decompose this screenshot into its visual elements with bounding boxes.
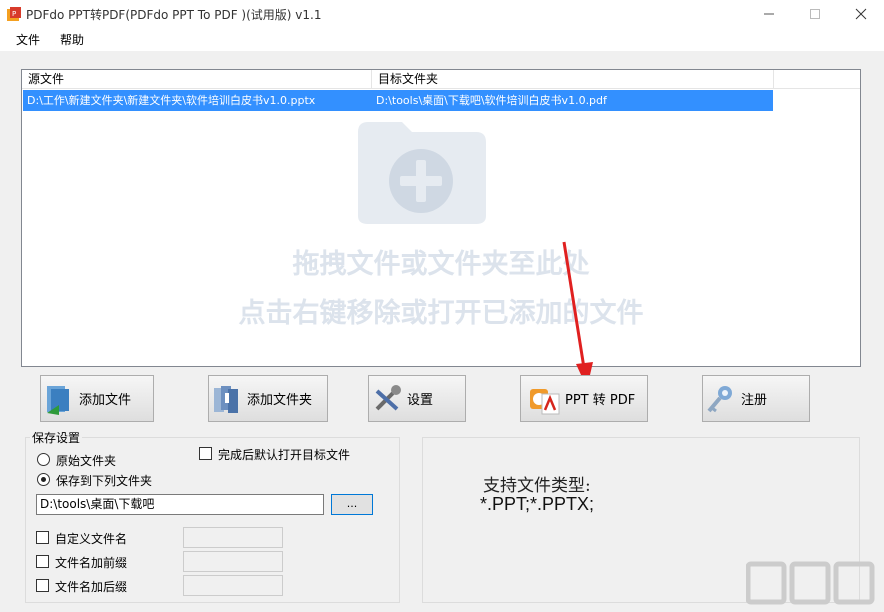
title-bar: P PDFdo PPT转PDF(PDFdo PPT To PDF )(试用版) …: [0, 0, 884, 27]
minimize-button[interactable]: [746, 0, 792, 27]
column-header-source[interactable]: 源文件: [22, 70, 372, 89]
minimize-icon: [764, 13, 774, 14]
register-button[interactable]: 注册: [702, 375, 810, 422]
add-folder-label: 添加文件夹: [247, 393, 313, 408]
ppt-to-pdf-icon: [530, 388, 560, 414]
original-folder-radio[interactable]: [37, 453, 50, 466]
settings-button[interactable]: 设置: [368, 375, 466, 422]
file-list[interactable]: 源文件 目标文件夹 D:\工作\新建文件夹\新建文件夹\软件培训白皮书v1.0.…: [21, 69, 861, 367]
tools-icon: [375, 384, 401, 410]
prefix-label[interactable]: 文件名加前缀: [55, 554, 127, 571]
svg-text:P: P: [12, 10, 16, 18]
custom-name-input: [183, 527, 283, 548]
prefix-checkbox[interactable]: [36, 555, 49, 568]
maximize-button[interactable]: [792, 0, 838, 27]
menu-help[interactable]: 帮助: [60, 31, 84, 48]
row-target-cell: D:\tools\桌面\下载吧\软件培训白皮书v1.0.pdf: [376, 94, 607, 107]
row-source-cell: D:\工作\新建文件夹\新建文件夹\软件培训白皮书v1.0.pptx: [27, 94, 316, 107]
column-header-filler: [774, 70, 860, 89]
open-after-label[interactable]: 完成后默认打开目标文件: [218, 446, 350, 463]
output-path-input[interactable]: D:\tools\桌面\下载吧: [36, 494, 324, 515]
save-to-folder-label[interactable]: 保存到下列文件夹: [56, 472, 152, 489]
convert-button[interactable]: PPT 转 PDF: [520, 375, 648, 422]
suffix-checkbox[interactable]: [36, 579, 49, 592]
menu-bar: 文件 帮助: [0, 27, 884, 51]
add-folder-icon: [214, 385, 238, 413]
folder-add-icon: [358, 122, 486, 224]
custom-name-checkbox[interactable]: [36, 531, 49, 544]
convert-label: PPT 转 PDF: [565, 393, 636, 408]
column-header-target[interactable]: 目标文件夹: [372, 70, 774, 89]
watermark-logo: [746, 561, 875, 605]
table-row[interactable]: D:\工作\新建文件夹\新建文件夹\软件培训白皮书v1.0.pptx D:\to…: [23, 90, 773, 111]
browse-button[interactable]: ...: [331, 494, 373, 515]
window-title: PDFdo PPT转PDF(PDFdo PPT To PDF )(试用版) v1…: [26, 8, 322, 22]
key-icon: [707, 385, 732, 412]
close-button[interactable]: [838, 0, 884, 27]
suffix-input: [183, 575, 283, 596]
add-file-icon: [47, 385, 69, 415]
drop-hint-line1: 拖拽文件或文件夹至此处: [292, 249, 590, 280]
register-label: 注册: [741, 393, 768, 408]
add-file-label: 添加文件: [79, 393, 132, 408]
settings-label: 设置: [407, 393, 434, 408]
drop-hint-line2: 点击右键移除或打开已添加的文件: [238, 298, 644, 329]
add-file-button[interactable]: 添加文件: [40, 375, 154, 422]
maximize-icon: [810, 8, 820, 19]
menu-file[interactable]: 文件: [16, 31, 40, 48]
save-settings-title: 保存设置: [30, 429, 83, 446]
suffix-label[interactable]: 文件名加后缀: [55, 578, 127, 595]
add-folder-button[interactable]: 添加文件夹: [208, 375, 328, 422]
supported-types-value: *.PPT;*.PPTX;: [480, 494, 595, 514]
close-icon: [855, 8, 867, 19]
supported-types-title: 支持文件类型:: [483, 476, 591, 496]
pdfdo-app-icon: P: [7, 7, 21, 21]
open-after-checkbox[interactable]: [199, 447, 212, 460]
original-folder-label[interactable]: 原始文件夹: [56, 452, 116, 469]
custom-name-label[interactable]: 自定义文件名: [55, 530, 127, 547]
annotation-arrow: [562, 241, 593, 388]
save-to-folder-radio[interactable]: [37, 473, 50, 486]
prefix-input: [183, 551, 283, 572]
